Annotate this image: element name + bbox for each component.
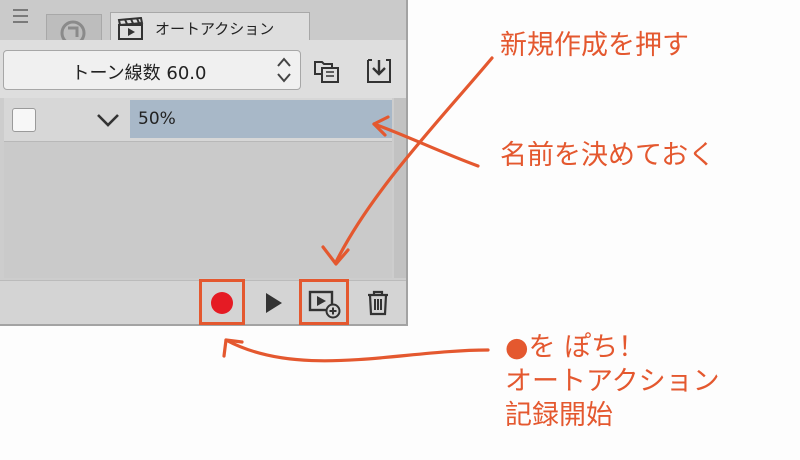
arrow-to-new-action xyxy=(334,56,494,264)
record-note-line2: オートアクション xyxy=(505,366,720,397)
record-note-line1: ●を ぽち！ xyxy=(505,332,646,363)
record-note-line3: 記録開始 xyxy=(505,400,613,431)
name-note: 名前を決めておく xyxy=(500,140,716,171)
new-note: 新規作成を押す xyxy=(500,30,689,61)
arrow-to-name-field xyxy=(372,122,480,168)
arrow-to-record xyxy=(224,338,490,363)
